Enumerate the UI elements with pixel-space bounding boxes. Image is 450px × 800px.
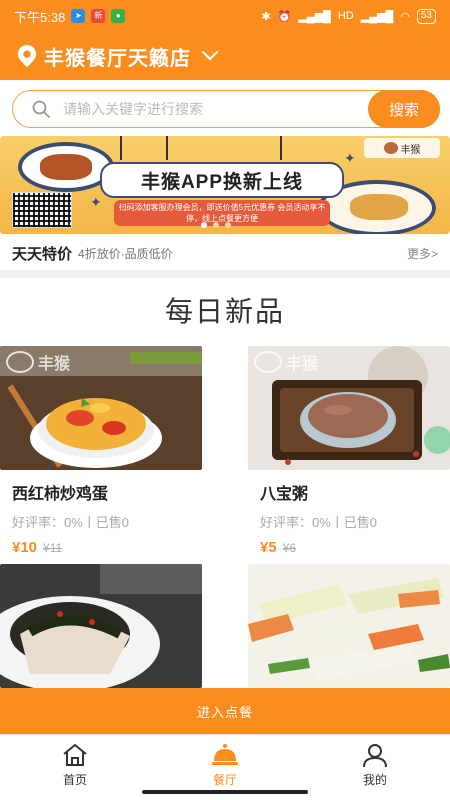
product-card[interactable]: 丰猴 八宝粥 好评率：0%丨已售0 ¥5 ¥6: [248, 346, 450, 556]
search-icon: [32, 100, 50, 118]
original-price: ¥6: [282, 541, 297, 555]
order-button[interactable]: 进入点餐: [0, 688, 450, 734]
store-name[interactable]: 丰猴餐厅天籁店: [44, 42, 191, 71]
product-card[interactable]: [248, 564, 450, 688]
banner-title: 丰猴APP换新上线: [140, 171, 304, 193]
carousel-indicator: [201, 222, 231, 228]
signal-icon-2: ▂▄▆█: [360, 10, 394, 23]
special-title: 天天特价: [12, 245, 73, 263]
wifi-icon: ◠: [400, 10, 410, 23]
owl-logo-icon: [6, 351, 34, 373]
battery-icon: 53: [416, 8, 436, 24]
search-bar: 请输入关键字进行搜索 搜索: [12, 90, 440, 128]
promo-banner[interactable]: ✦ ✦ 丰猴 丰猴APP换新上线 扫码添加客服办理会员，即送价值5元优惠券 会员…: [0, 136, 450, 234]
daily-special-row: 天天特价 4折放价·品质低价 更多>: [0, 238, 450, 268]
tab-profile[interactable]: 我的: [300, 735, 450, 800]
user-icon: [363, 744, 387, 768]
watermark-text: 丰猴: [286, 356, 319, 373]
product-name[interactable]: 西红柿炒鸡蛋: [12, 480, 202, 504]
signal-icon: ▂▄▆█: [298, 10, 331, 23]
hanging-hook: [280, 136, 282, 160]
bluetooth-icon: ✱: [261, 10, 271, 23]
telegram-icon: ➤: [71, 9, 86, 23]
product-image[interactable]: [248, 564, 450, 688]
tab-label: 首页: [62, 773, 87, 787]
original-price: ¥11: [43, 541, 63, 555]
store-header: 丰猴餐厅天籁店: [0, 32, 450, 80]
section-divider: [0, 270, 450, 278]
chevron-down-icon[interactable]: [201, 50, 219, 62]
more-link[interactable]: 更多>: [407, 245, 438, 262]
network-type-label: HD: [337, 10, 354, 22]
hanging-hook: [166, 136, 168, 160]
monkey-logo-icon: [383, 142, 398, 154]
sparkle-icon: ✦: [90, 194, 102, 210]
brand-logo: 丰猴: [364, 138, 440, 158]
hanging-hook: [120, 136, 122, 160]
sina-icon: 新: [91, 9, 106, 23]
price-row: ¥10 ¥11: [12, 539, 202, 556]
product-image[interactable]: 丰猴: [248, 346, 450, 470]
sparkle-icon: ✦: [344, 150, 356, 166]
product-price: ¥10: [12, 539, 38, 556]
brand-name: 丰猴: [400, 144, 421, 156]
search-area: 请输入关键字进行搜索 搜索: [0, 80, 450, 136]
status-time: 下午5:38: [14, 9, 66, 25]
watermark-text: 丰猴: [38, 356, 71, 373]
search-button[interactable]: 搜索: [368, 90, 440, 128]
product-card[interactable]: [0, 564, 202, 688]
price-row: ¥5 ¥6: [260, 539, 450, 556]
product-card[interactable]: 丰猴 西红柿炒鸡蛋 好评率：0%丨已售0 ¥10 ¥11: [0, 346, 202, 556]
product-name[interactable]: 八宝粥: [260, 480, 450, 504]
special-description: 4折放价·品质低价: [78, 246, 173, 261]
carousel-dot[interactable]: [213, 222, 219, 228]
brand-watermark: 丰猴: [254, 350, 318, 374]
search-input[interactable]: 请输入关键字进行搜索: [63, 99, 203, 119]
brand-watermark: 丰猴: [6, 350, 70, 374]
product-rating: 好评率：0%丨已售0: [12, 515, 130, 530]
owl-logo-icon: [254, 351, 282, 373]
banner-title-box: 丰猴APP换新上线: [100, 162, 344, 198]
qr-code-image: [12, 192, 72, 228]
product-image[interactable]: 丰猴: [0, 346, 202, 470]
home-indicator: [142, 790, 308, 794]
alarm-icon: ⏰: [277, 10, 292, 23]
tab-label: 餐厅: [212, 773, 237, 787]
product-price: ¥5: [260, 539, 277, 556]
restaurant-bell-icon: [212, 744, 238, 765]
product-rating: 好评率：0%丨已售0: [260, 515, 378, 530]
section-title: 每日新品: [164, 296, 285, 327]
tab-label: 我的: [362, 773, 387, 787]
carousel-dot[interactable]: [225, 222, 231, 228]
location-pin-icon: [17, 45, 37, 67]
home-icon: [63, 744, 87, 766]
wechat-icon: ●: [111, 9, 126, 23]
carousel-dot[interactable]: [201, 222, 207, 228]
product-image[interactable]: [0, 564, 202, 688]
status-bar: 下午5:38 ➤ 新 ● ✱ ⏰ ▂▄▆█ HD ▂▄▆█ ◠ 53: [0, 0, 450, 32]
tab-home[interactable]: 首页: [0, 735, 150, 800]
